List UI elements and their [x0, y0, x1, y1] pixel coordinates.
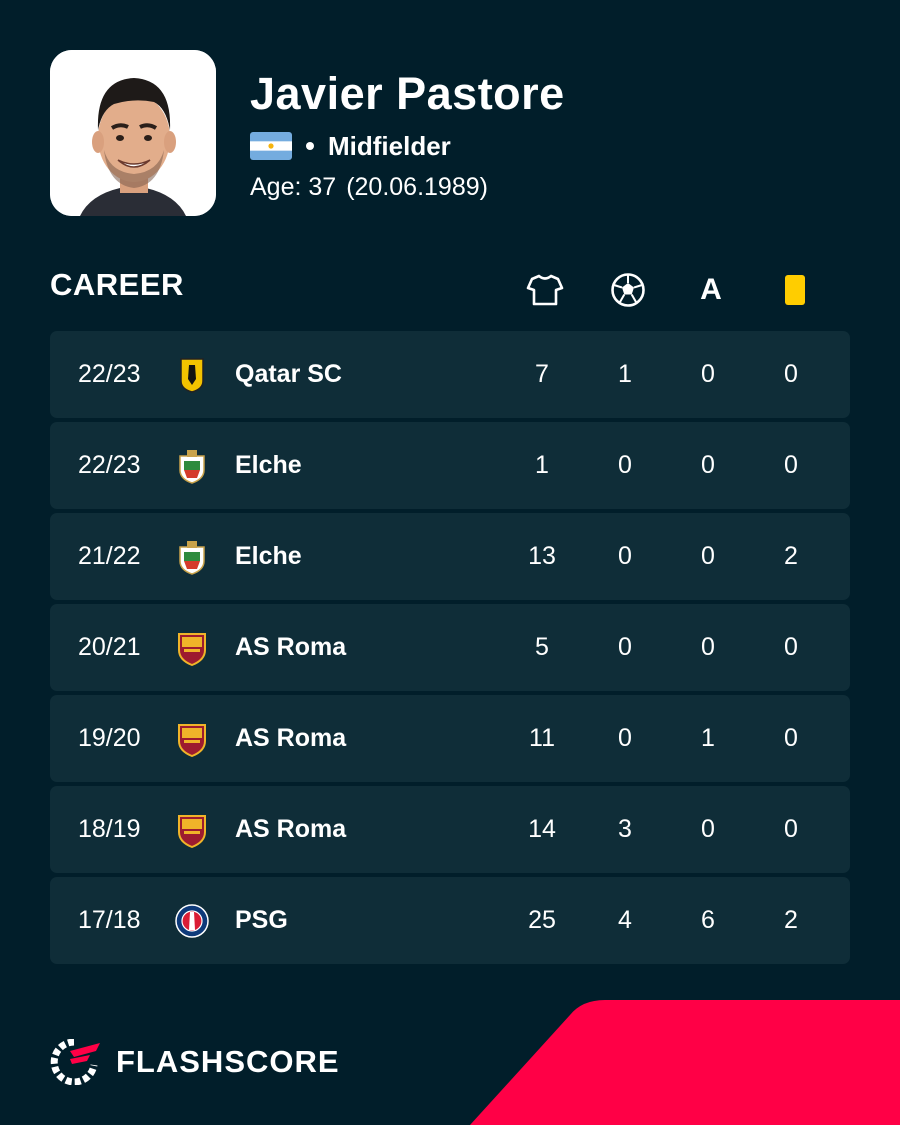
- age-label: Age: 37: [250, 173, 337, 201]
- appearances: 11: [529, 724, 555, 752]
- season: 18/19: [78, 815, 141, 843]
- career-row: 18/19 AS Roma 14 3 0 0: [50, 786, 850, 873]
- player-position: Midfielder: [328, 130, 451, 161]
- career-row: 22/23 Elche 1 0 0 0: [50, 422, 850, 509]
- goals: 0: [618, 542, 632, 570]
- elche-crest-icon: [175, 448, 209, 484]
- team-name: AS Roma: [235, 633, 347, 661]
- flashscore-wordmark: FLASHSCORE: [116, 1044, 340, 1079]
- roma-crest-icon: [175, 721, 209, 758]
- season: 21/22: [78, 542, 141, 570]
- qatar-sc-crest-icon: [175, 357, 209, 393]
- player-name: Javier Pastore: [250, 68, 565, 119]
- roma-crest-icon: [175, 630, 209, 667]
- season: 22/23: [78, 360, 141, 388]
- appearances: 5: [535, 633, 549, 661]
- yellow-cards: 0: [784, 815, 798, 843]
- season: 20/21: [78, 633, 141, 661]
- assists-header: A: [700, 273, 722, 306]
- season: 17/18: [78, 906, 141, 934]
- yellow-card-icon: [775, 270, 815, 310]
- ball-icon: [608, 270, 648, 310]
- team-name: Qatar SC: [235, 360, 342, 388]
- elche-crest-icon: [175, 539, 209, 575]
- player-header: Javier Pastore Midfielder Age: 37 (20.06…: [50, 50, 850, 216]
- player-age: Age: 37 (20.06.1989): [250, 173, 488, 202]
- appearances: 13: [528, 542, 556, 570]
- assists: 0: [701, 542, 715, 570]
- appearances: 1: [535, 451, 549, 479]
- flashscore-logo-icon: [50, 1039, 100, 1085]
- yellow-cards: 2: [784, 542, 798, 570]
- team-name: Elche: [235, 451, 302, 479]
- goals: 3: [618, 815, 632, 843]
- psg-crest-icon: [175, 903, 209, 939]
- argentina-flag-icon: [250, 132, 292, 160]
- footer-accent-shape: [470, 1000, 900, 1125]
- flashscore-logo: FLASHSCORE: [50, 1038, 340, 1086]
- goals: 0: [618, 633, 632, 661]
- player-photo: [50, 50, 216, 216]
- yellow-cards: 0: [784, 633, 798, 661]
- career-row: 17/18 PSG 25 4 6 2: [50, 877, 850, 964]
- goals: 4: [618, 906, 632, 934]
- goals: 1: [618, 360, 632, 388]
- roma-crest-icon: [175, 812, 209, 849]
- assists: 0: [701, 451, 715, 479]
- player-meta: Midfielder: [250, 130, 451, 162]
- team-name: AS Roma: [235, 724, 347, 752]
- appearances: 25: [528, 906, 556, 934]
- shirt-icon: [525, 270, 565, 310]
- team-name: AS Roma: [235, 815, 347, 843]
- season: 19/20: [78, 724, 141, 752]
- team-name: PSG: [235, 906, 288, 934]
- career-row: 21/22 Elche 13 0 0 2: [50, 513, 850, 600]
- yellow-cards: 0: [784, 451, 798, 479]
- career-row: 19/20 AS Roma 11 0 1 0: [50, 695, 850, 782]
- team-name: Elche: [235, 542, 302, 570]
- birth-date: (20.06.1989): [346, 173, 488, 201]
- career-row: 20/21 AS Roma 5 0 0 0: [50, 604, 850, 691]
- yellow-cards: 0: [784, 724, 798, 752]
- career-table: 22/23 Qatar SC 7 1 0 0 22/23 Elche 1 0 0 0 21/22 Elch…: [50, 331, 850, 968]
- yellow-cards: 0: [784, 360, 798, 388]
- goals: 0: [618, 451, 632, 479]
- assists: 0: [701, 360, 715, 388]
- yellow-cards: 2: [784, 906, 798, 934]
- appearances: 14: [528, 815, 556, 843]
- assists: 1: [701, 724, 715, 752]
- career-title: CAREER: [50, 267, 184, 302]
- separator-dot: [306, 142, 314, 150]
- appearances: 7: [535, 360, 549, 388]
- career-row: 22/23 Qatar SC 7 1 0 0: [50, 331, 850, 418]
- season: 22/23: [78, 451, 141, 479]
- assists: 0: [701, 633, 715, 661]
- goals: 0: [618, 724, 632, 752]
- assists: 0: [701, 815, 715, 843]
- assists: 6: [701, 906, 715, 934]
